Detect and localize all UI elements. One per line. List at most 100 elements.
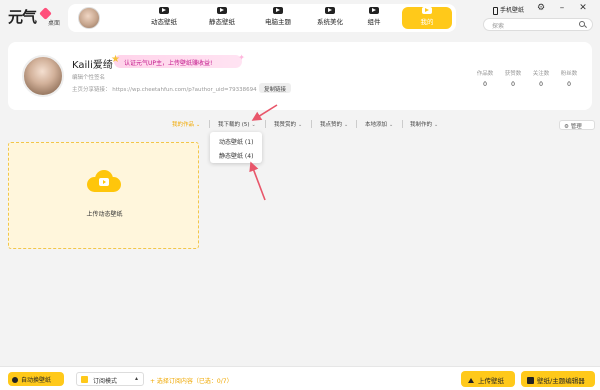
divider — [209, 120, 210, 128]
dropdown-item-static[interactable]: 静态壁纸 (4) — [219, 151, 253, 160]
stat-fans[interactable]: 粉丝数 0 — [554, 69, 584, 88]
nav-item-label: 静态壁纸 — [209, 18, 235, 26]
tab-my-downloads[interactable]: 我下载的 (5) ⌄ — [218, 120, 256, 128]
auto-switch-label: 自动换壁纸 — [21, 377, 52, 384]
profile-avatar[interactable] — [22, 55, 64, 97]
tab-label: 本地添加 — [365, 122, 388, 128]
phone-icon — [493, 6, 498, 15]
edit-signature[interactable]: 编辑个性签名 — [72, 73, 105, 81]
stat-value: 0 — [567, 81, 571, 88]
nav-item-label: 组件 — [367, 18, 381, 26]
divider — [356, 120, 357, 128]
upload-cloud-icon — [87, 170, 121, 192]
arrow-to-static-item — [249, 161, 266, 201]
up-verify-badge[interactable]: ★ 认证元气UP主，上传壁纸赚收益! ✦ — [111, 53, 245, 68]
stat-label: 作品数 — [476, 71, 494, 77]
upload-wallpaper-button[interactable]: 上传壁纸 — [461, 371, 515, 387]
stat-label: 粉丝数 — [560, 71, 578, 77]
downloads-dropdown-menu: 动态壁纸 (1) 静态壁纸 (4) — [210, 132, 262, 163]
subscribe-mode-label: 订阅模式 — [93, 378, 118, 385]
nav-item-static-wallpaper[interactable]: 静态壁纸 — [196, 7, 248, 29]
chevron-down-icon: ⌄ — [251, 122, 256, 128]
search-placeholder: 探索 — [492, 23, 505, 30]
select-subscription-link[interactable]: + 选择订阅内容（已选：0/7） — [150, 376, 233, 385]
nav-item-label: 动态壁纸 — [151, 18, 177, 26]
copy-link-button[interactable]: 复制链接 — [259, 83, 291, 93]
chevron-down-icon: ⌄ — [196, 122, 201, 128]
app-logo: 元气 桌面 — [8, 7, 64, 29]
divider — [311, 120, 312, 128]
my-icon — [422, 7, 432, 14]
profile-name: Kaili爱绮 — [72, 60, 113, 71]
upload-live-wallpaper-card[interactable]: 上传动态壁纸 — [8, 142, 199, 249]
widget-icon — [369, 7, 379, 14]
chevron-down-icon: ⌄ — [298, 122, 303, 128]
editor-icon — [527, 377, 534, 384]
logo-subtext: 桌面 — [48, 20, 61, 27]
nav-item-live-wallpaper[interactable]: 动态壁纸 — [138, 7, 190, 29]
nav-item-label: 我的 — [420, 18, 434, 26]
stat-value: 0 — [511, 81, 515, 88]
stat-value: 0 — [483, 81, 487, 88]
bottom-bar: 自动换壁纸 订阅模式 ▴ + 选择订阅内容（已选：0/7） 上传壁纸 壁纸/主题… — [0, 366, 600, 390]
chevron-down-icon: ⌄ — [344, 122, 349, 128]
editor-button-label: 壁纸/主题编辑器 — [537, 377, 585, 385]
nav-item-pc-theme[interactable]: 电脑主题 — [252, 7, 304, 29]
nav-avatar[interactable] — [78, 7, 100, 29]
chevron-down-icon: ⌄ — [434, 122, 439, 128]
theme-icon — [273, 7, 283, 14]
upload-icon — [468, 376, 474, 383]
manage-label: 管理 — [570, 124, 582, 130]
search-icon[interactable] — [579, 21, 585, 27]
nav-item-widgets[interactable]: 组件 — [348, 7, 400, 29]
close-icon[interactable]: ✕ — [577, 3, 589, 13]
tab-my-made[interactable]: 我制作的 ⌄ — [410, 120, 438, 128]
stat-following[interactable]: 关注数 0 — [526, 69, 556, 88]
gear-icon: ⚙ — [564, 124, 571, 130]
phone-wallpaper-label: 手机壁纸 — [500, 7, 525, 14]
tab-label: 我点赞的 — [320, 122, 343, 128]
minimize-icon[interactable]: – — [556, 3, 568, 13]
sparkle-icon: ✦ — [238, 53, 245, 62]
subscribe-icon — [81, 376, 88, 383]
badge-label: 认证元气UP主，上传壁纸赚收益! — [124, 60, 213, 67]
tab-my-works[interactable]: 我的作品 ⌄ — [172, 120, 200, 128]
beautify-icon — [325, 7, 335, 14]
share-link: 主页分享链接： https://wp.cheetahfun.com/p?auth… — [72, 87, 257, 93]
main-nav: 动态壁纸 静态壁纸 电脑主题 系统美化 组件 我的 — [68, 4, 456, 32]
search-input[interactable]: 探索 — [483, 18, 593, 31]
stat-value: 0 — [539, 81, 543, 88]
tab-label: 我下载的 (5) — [218, 122, 250, 128]
top-bar: 元气 桌面 动态壁纸 静态壁纸 电脑主题 系统美化 组件 我的 手机壁纸 ⚙ –… — [0, 0, 600, 36]
divider — [402, 120, 403, 128]
stat-label: 关注数 — [532, 71, 550, 77]
manage-button[interactable]: ⚙ 管理 — [559, 120, 595, 130]
dropdown-item-live[interactable]: 动态壁纸 (1) — [219, 137, 253, 146]
tab-my-tipped[interactable]: 我赞赏的 ⌄ — [274, 120, 302, 128]
star-icon: ★ — [111, 54, 120, 65]
refresh-icon — [12, 377, 18, 383]
tab-label: 我赞赏的 — [274, 122, 297, 128]
editor-button[interactable]: 壁纸/主题编辑器 — [521, 371, 595, 387]
stat-label: 获赞数 — [504, 71, 522, 77]
upload-card-label: 上传动态壁纸 — [86, 211, 123, 218]
image-icon — [217, 7, 227, 14]
divider — [265, 120, 266, 128]
profile-card: Kaili爱绮 ★ 认证元气UP主，上传壁纸赚收益! ✦ 编辑个性签名 主页分享… — [8, 42, 592, 110]
video-icon — [159, 7, 169, 14]
nav-item-label: 电脑主题 — [265, 18, 291, 26]
caret-down-icon: ▴ — [134, 375, 138, 382]
subscribe-mode-select[interactable]: 订阅模式 ▴ — [76, 372, 144, 386]
upload-button-label: 上传壁纸 — [478, 377, 504, 385]
nav-item-my[interactable]: 我的 — [402, 7, 452, 29]
stat-likes: 获赞数 0 — [498, 69, 528, 88]
settings-icon[interactable]: ⚙ — [535, 3, 547, 13]
auto-switch-button[interactable]: 自动换壁纸 — [8, 372, 64, 386]
tab-local-added[interactable]: 本地添加 ⌄ — [365, 120, 393, 128]
logo-text: 元气 — [8, 8, 37, 26]
chevron-down-icon: ⌄ — [389, 122, 394, 128]
phone-wallpaper-link[interactable]: 手机壁纸 — [493, 5, 524, 15]
tab-label: 我的作品 — [172, 122, 195, 128]
tab-my-liked[interactable]: 我点赞的 ⌄ — [320, 120, 348, 128]
tab-label: 我制作的 — [410, 122, 433, 128]
